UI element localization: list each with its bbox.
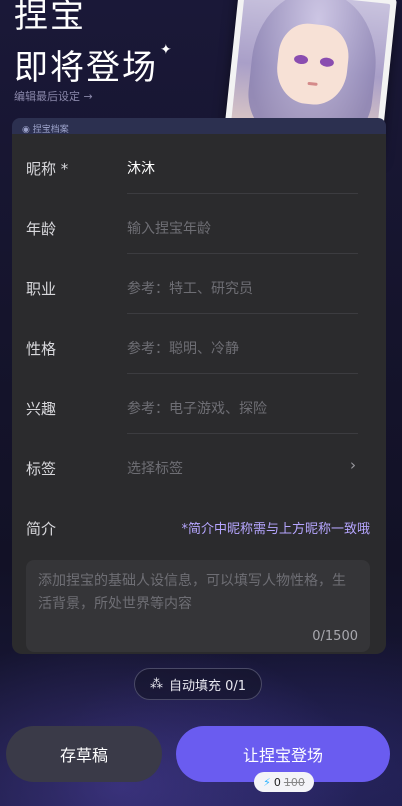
subtitle: 编辑最后设定 → [14,90,93,103]
profile-form-panel: 昵称 * 沐沐 年龄 输入捏宝年龄 职业 参考：特工、研究员 性格 参考：聪明、… [12,134,386,654]
occupation-label: 职业 [26,280,57,298]
personality-input[interactable]: 参考：聪明、冷静 [127,338,239,358]
form-row-tags[interactable]: 标签 选择标签 › [12,434,386,494]
nickname-label: 昵称 * [26,160,69,178]
personality-label: 性格 [26,340,57,358]
nickname-input[interactable]: 沐沐 [127,158,155,178]
age-input[interactable]: 输入捏宝年龄 [127,218,211,238]
autofill-label: 自动填充 0/1 [168,678,247,694]
chevron-right-icon[interactable]: › [350,456,356,474]
form-row-intro: 简介 *简介中昵称需与上方昵称一致哦 [12,494,386,554]
cost-current: 0 [273,775,281,789]
intro-char-counter: 0/1500 [312,629,358,644]
cost-original: 100 [283,775,305,789]
interests-input[interactable]: 参考：电子游戏、探险 [127,398,267,418]
hero-title-line1: 捏宝 [14,0,86,36]
intro-hint: *简介中昵称需与上方昵称一致哦 [181,522,370,537]
occupation-input[interactable]: 参考：特工、研究员 [127,278,253,298]
hero-title-line2: 即将登场 [14,48,158,88]
autofill-button[interactable]: ⁂ 自动填充 0/1 [134,668,262,700]
age-label: 年龄 [26,220,57,238]
form-row-nickname[interactable]: 昵称 * 沐沐 [12,134,386,194]
form-row-personality[interactable]: 性格 参考：聪明、冷静 [12,314,386,374]
intro-placeholder: 添加捏宝的基础人设信息，可以填写人物性格，生活背景，所处世界等内容 [38,573,346,612]
interests-label: 兴趣 [26,400,57,418]
tags-select[interactable]: 选择标签 [127,458,183,478]
coin-icon: ⚡ [263,775,271,789]
sparkle-icon: ✦ [160,42,172,58]
loading-spinner-icon: ⁂ [149,676,163,692]
intro-textarea[interactable]: 添加捏宝的基础人设信息，可以填写人物性格，生活背景，所处世界等内容 0/1500 [26,560,370,652]
form-row-occupation[interactable]: 职业 参考：特工、研究员 [12,254,386,314]
tags-label: 标签 [26,460,57,478]
save-draft-button[interactable]: 存草稿 [6,726,162,782]
cost-badge: ⚡ 0 100 [254,772,314,792]
form-row-interests[interactable]: 兴趣 参考：电子游戏、探险 [12,374,386,434]
intro-label: 简介 [26,520,57,538]
form-row-age[interactable]: 年龄 输入捏宝年龄 [12,194,386,254]
